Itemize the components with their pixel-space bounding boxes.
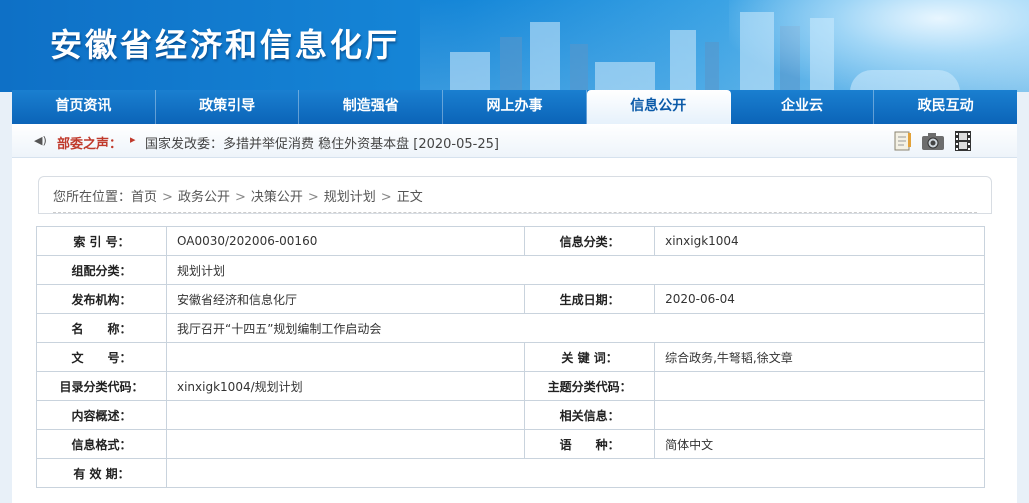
ticker-arrow-icon: ▸	[130, 133, 136, 146]
nav-item-home[interactable]: 首页资讯	[12, 90, 156, 124]
nav-item-interaction[interactable]: 政民互动	[874, 90, 1017, 124]
table-row: 名 称： 我厅召开“十四五”规划编制工作启动会	[36, 313, 985, 343]
banner-sky-glow	[729, 0, 1029, 92]
news-ticker: ◀) 部委之声： ▸ 国家发改委：多措并举促消费 稳住外资基本盘 [2020-0…	[12, 124, 1017, 158]
nav-item-enterprise-cloud[interactable]: 企业云	[731, 90, 875, 124]
summary-value	[165, 400, 526, 430]
breadcrumb-home[interactable]: 首页	[131, 190, 157, 205]
group-value: 规划计划	[166, 255, 985, 285]
related-label: 相关信息：	[524, 400, 656, 430]
breadcrumb-sep-icon: >	[380, 190, 392, 205]
summary-label: 内容概述：	[36, 400, 167, 430]
name-value: 我厅召开“十四五”规划编制工作启动会	[166, 313, 985, 343]
breadcrumb-gov-affairs[interactable]: 政务公开	[178, 190, 230, 205]
breadcrumb: 您所在位置：首页 > 政务公开 > 决策公开 > 规划计划 > 正文	[53, 186, 423, 205]
category-label: 信息分类：	[524, 226, 656, 256]
validity-value	[166, 458, 985, 488]
name-label: 名 称：	[36, 313, 167, 343]
table-row: 目录分类代码： xinxigk1004/规划计划 主题分类代码：	[36, 371, 985, 401]
category-value: xinxigk1004	[654, 226, 985, 256]
related-value	[654, 400, 985, 430]
group-label: 组配分类：	[36, 255, 167, 285]
doc-no-value	[165, 342, 526, 372]
table-row: 索 引 号： OA0030/202006-00160 信息分类： xinxigk…	[36, 226, 985, 256]
topic-label: 主题分类代码：	[524, 371, 656, 401]
speaker-icon: ◀)	[34, 134, 47, 147]
keywords-value: 综合政务,牛弩韬,徐文章	[654, 342, 985, 372]
doc-no-label: 文 号：	[36, 342, 167, 372]
publisher-value: 安徽省经济和信息化厅	[165, 284, 526, 314]
breadcrumb-divider	[53, 212, 977, 213]
index-no-value: OA0030/202006-00160	[165, 226, 526, 256]
breadcrumb-prefix: 您所在位置：	[53, 190, 132, 205]
table-row: 信息格式： 语 种： 简体中文	[36, 429, 985, 459]
validity-label: 有 效 期：	[36, 458, 167, 488]
breadcrumb-current: 正文	[396, 190, 423, 205]
index-no-label: 索 引 号：	[36, 226, 167, 256]
main-nav: 首页资讯 政策引导 制造强省 网上办事 信息公开 企业云 政民互动	[12, 90, 1017, 124]
format-value	[165, 429, 526, 459]
table-row: 发布机构： 安徽省经济和信息化厅 生成日期： 2020-06-04	[36, 284, 985, 314]
camera-icon[interactable]	[921, 129, 945, 153]
breadcrumb-planning[interactable]: 规划计划	[324, 190, 376, 205]
film-icon[interactable]	[951, 129, 975, 153]
date-label: 生成日期：	[524, 284, 656, 314]
language-value: 简体中文	[654, 429, 985, 459]
topic-value	[654, 371, 985, 401]
catalog-label: 目录分类代码：	[36, 371, 167, 401]
nav-item-manufacturing[interactable]: 制造强省	[299, 90, 444, 124]
ticker-label: 部委之声：	[57, 137, 123, 152]
table-row: 有 效 期：	[36, 458, 985, 488]
language-label: 语 种：	[524, 429, 656, 459]
catalog-value: xinxigk1004/规划计划	[165, 371, 526, 401]
breadcrumb-sep-icon: >	[307, 190, 319, 205]
table-row: 组配分类： 规划计划	[36, 255, 985, 285]
header-banner: 安徽省经济和信息化厅	[0, 0, 1029, 92]
breadcrumb-decision[interactable]: 决策公开	[251, 190, 303, 205]
format-label: 信息格式：	[36, 429, 167, 459]
notepad-icon[interactable]	[891, 129, 915, 153]
main-content: 您所在位置：首页 > 政务公开 > 决策公开 > 规划计划 > 正文 索 引 号： OA0030…	[12, 158, 1017, 503]
table-row: 文 号： 关 键 词： 综合政务,牛弩韬,徐文章	[36, 342, 985, 372]
nav-item-online-services[interactable]: 网上办事	[443, 90, 587, 124]
table-row: 内容概述： 相关信息：	[36, 400, 985, 430]
nav-item-policy[interactable]: 政策引导	[156, 90, 300, 124]
toolbar-icons	[891, 129, 975, 153]
breadcrumb-sep-icon: >	[234, 190, 246, 205]
site-title: 安徽省经济和信息化厅	[50, 26, 401, 64]
date-value: 2020-06-04	[654, 284, 985, 314]
ticker-news-link[interactable]: 国家发改委：多措并举促消费 稳住外资基本盘 [2020-05-25]	[145, 133, 499, 152]
breadcrumb-sep-icon: >	[162, 190, 173, 205]
metadata-table: 索 引 号： OA0030/202006-00160 信息分类： xinxigk…	[36, 226, 985, 488]
publisher-label: 发布机构：	[36, 284, 167, 314]
nav-item-info-disclosure[interactable]: 信息公开	[586, 90, 731, 124]
keywords-label: 关 键 词：	[524, 342, 656, 372]
breadcrumb-box: 您所在位置：首页 > 政务公开 > 决策公开 > 规划计划 > 正文	[38, 176, 992, 214]
